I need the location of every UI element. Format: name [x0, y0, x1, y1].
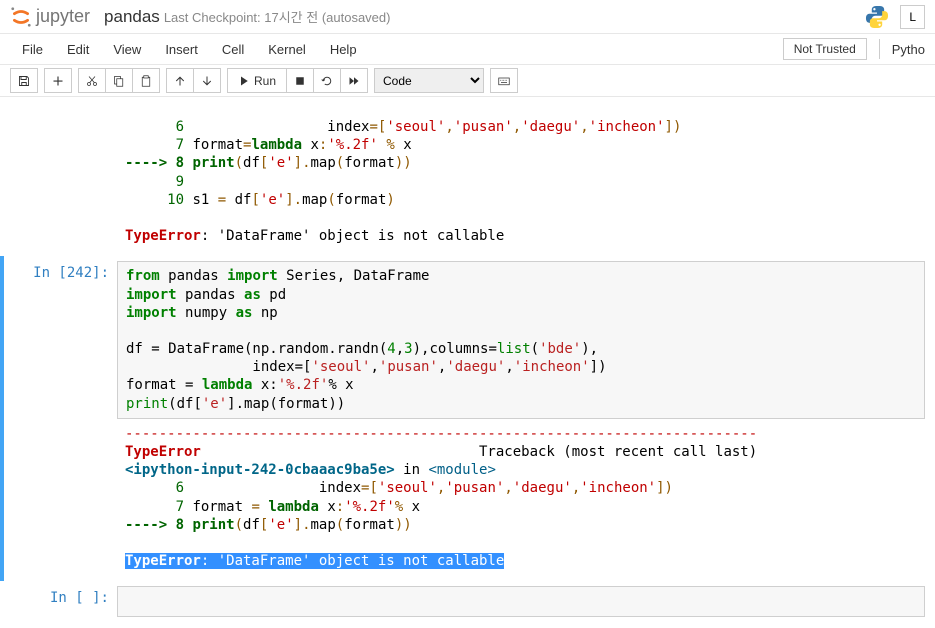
menu-kernel[interactable]: Kernel — [256, 37, 318, 62]
cut-icon — [86, 75, 98, 87]
code-input-empty[interactable]: ​ — [117, 586, 925, 616]
play-icon — [238, 75, 250, 87]
menu-insert[interactable]: Insert — [153, 37, 210, 62]
jupyter-icon — [10, 6, 32, 28]
restart-icon — [321, 75, 333, 87]
cell-type-select[interactable]: Code — [374, 68, 484, 93]
restart-button[interactable] — [313, 68, 341, 93]
paste-icon — [140, 75, 152, 87]
selected-error-text: TypeError: 'DataFrame' object is not cal… — [125, 553, 504, 569]
restart-run-button[interactable] — [340, 68, 368, 93]
cut-button[interactable] — [78, 68, 106, 93]
command-palette-button[interactable] — [490, 68, 518, 93]
notebook-header: jupyter pandas Last Checkpoint: 17시간 전 (… — [0, 0, 935, 34]
keyboard-icon — [498, 75, 510, 87]
stop-icon — [294, 75, 306, 87]
copy-button[interactable] — [105, 68, 133, 93]
cell-previous-output: 6 index=['seoul','pusan','daegu','incheo… — [0, 107, 935, 256]
traceback-output: 6 index=['seoul','pusan','daegu','incheo… — [117, 112, 925, 251]
kernel-name[interactable]: Pytho — [892, 42, 925, 57]
run-label: Run — [254, 74, 276, 88]
menu-help[interactable]: Help — [318, 37, 369, 62]
traceback-hr: ----------------------------------------… — [125, 426, 757, 442]
notebook-container[interactable]: 6 index=['seoul','pusan','daegu','incheo… — [0, 97, 935, 627]
toolbar: Run Code — [0, 65, 935, 97]
separator — [879, 39, 880, 59]
cell-empty[interactable]: In [ ]: ​ — [0, 581, 935, 621]
in-prompt-empty: In [ ]: — [32, 586, 117, 616]
jupyter-logo[interactable]: jupyter — [10, 6, 90, 28]
menu-edit[interactable]: Edit — [55, 37, 101, 62]
plus-icon — [52, 75, 64, 87]
cell-output: ----------------------------------------… — [117, 419, 925, 577]
err-type: TypeError — [125, 553, 201, 569]
prompt-blank — [32, 112, 117, 251]
menu-view[interactable]: View — [101, 37, 153, 62]
menu-file[interactable]: File — [10, 37, 55, 62]
copy-icon — [113, 75, 125, 87]
err-msg: : 'DataFrame' object is not callable — [201, 553, 504, 569]
save-icon — [18, 75, 30, 87]
paste-button[interactable] — [132, 68, 160, 93]
fast-forward-icon — [348, 75, 360, 87]
interrupt-button[interactable] — [286, 68, 314, 93]
menubar: File Edit View Insert Cell Kernel Help N… — [0, 34, 935, 65]
notebook-name[interactable]: pandas — [104, 7, 160, 27]
jupyter-text: jupyter — [36, 6, 90, 27]
save-button[interactable] — [10, 68, 38, 93]
in-prompt: In [242]: — [32, 261, 117, 576]
run-button[interactable]: Run — [227, 68, 287, 93]
move-up-button[interactable] — [166, 68, 194, 93]
cell-242[interactable]: In [242]: from pandas import Series, Dat… — [0, 256, 935, 581]
menu-cell[interactable]: Cell — [210, 37, 256, 62]
login-button[interactable]: L — [900, 5, 925, 29]
arrow-up-icon — [174, 75, 186, 87]
move-down-button[interactable] — [193, 68, 221, 93]
arrow-down-icon — [201, 75, 213, 87]
trust-indicator[interactable]: Not Trusted — [783, 38, 867, 60]
code-input[interactable]: from pandas import Series, DataFrame imp… — [117, 261, 925, 419]
python-icon — [864, 4, 890, 30]
checkpoint-status: Last Checkpoint: 17시간 전 (autosaved) — [164, 7, 391, 26]
add-cell-button[interactable] — [44, 68, 72, 93]
